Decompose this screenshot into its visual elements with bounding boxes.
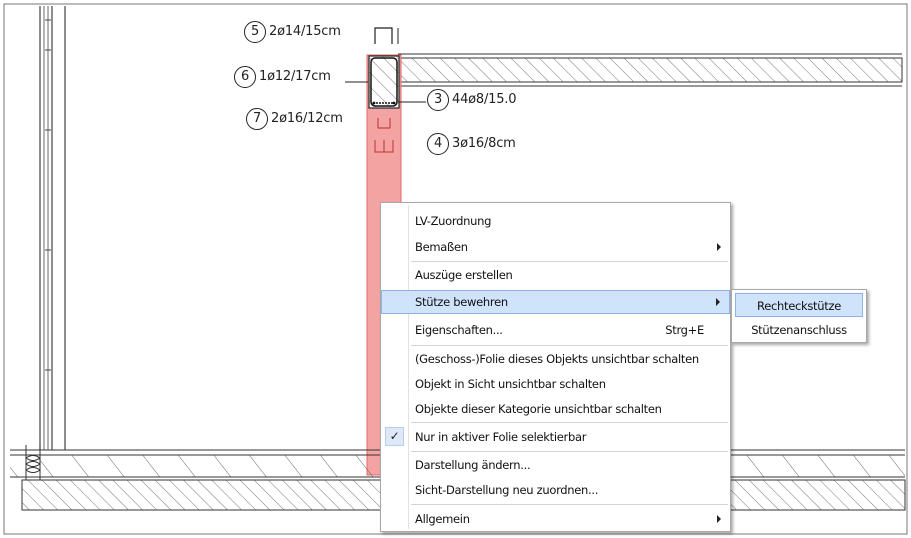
annotation-6: 6 1ø12/17cm [234, 66, 331, 88]
submenu-item-label: Rechteckstütze [757, 299, 841, 313]
menu-item-label: Bemaßen [415, 240, 468, 254]
checkmark-icon: ✓ [385, 427, 404, 446]
annotation-7: 7 2ø16/12cm [246, 108, 343, 130]
top-slab [397, 53, 903, 87]
menu-item-auszuege-erstellen[interactable]: Auszüge erstellen [381, 263, 730, 287]
submenu-item-stuetzenanschluss[interactable]: Stützenanschluss [735, 318, 863, 342]
stirrup-symbol [374, 27, 393, 44]
menu-item-shortcut: Strg+E [665, 323, 704, 337]
menu-item-allgemein[interactable]: Allgemein [381, 507, 730, 531]
circle-number: 3 [427, 89, 449, 111]
annotation-4: 4 3ø16/8cm [427, 133, 516, 155]
annotation-text: 2ø14/15cm [269, 24, 341, 39]
menu-item-eigenschaften[interactable]: Eigenschaften... Strg+E [381, 318, 730, 342]
annotation-text: 2ø16/12cm [271, 111, 343, 126]
submenu-arrow-icon [716, 298, 720, 306]
menu-item-kategorie-unsichtbar[interactable]: Objekte dieser Kategorie unsichtbar scha… [381, 397, 730, 421]
menu-item-lv-zuordnung[interactable]: LV-Zuordnung [381, 209, 730, 233]
menu-item-label: (Geschoss-)Folie dieses Objekts unsichtb… [415, 352, 699, 366]
circle-number: 6 [234, 66, 256, 88]
annotation-text: 3ø16/8cm [452, 136, 516, 151]
annotation-text: 44ø8/15.0 [452, 92, 517, 107]
menu-item-label: Objekte dieser Kategorie unsichtbar scha… [415, 402, 662, 416]
context-menu: LV-Zuordnung Bemaßen Auszüge erstellen S… [380, 202, 731, 532]
menu-item-sicht-darstellung[interactable]: Sicht-Darstellung neu zuordnen... [381, 478, 730, 502]
menu-item-label: Eigenschaften... [415, 323, 503, 337]
menu-item-label: LV-Zuordnung [415, 214, 492, 228]
submenu-arrow-icon [717, 243, 721, 251]
circle-number: 7 [246, 108, 268, 130]
submenu-item-rechteckstuetze[interactable]: Rechteckstütze [735, 293, 863, 317]
menu-item-label: Sicht-Darstellung neu zuordnen... [415, 483, 599, 497]
menu-separator [411, 504, 728, 505]
submenu-arrow-icon [717, 515, 721, 523]
submenu-item-label: Stützenanschluss [751, 323, 847, 337]
annotation-text: 1ø12/17cm [259, 69, 331, 84]
menu-item-stuetze-bewehren[interactable]: Stütze bewehren [381, 290, 730, 314]
annotation-5: 5 2ø14/15cm [244, 21, 341, 43]
menu-separator [411, 345, 728, 346]
menu-item-nur-aktive-folie[interactable]: ✓ Nur in aktiver Folie selektierbar [381, 425, 730, 449]
menu-item-label: Auszüge erstellen [415, 268, 513, 282]
menu-separator [411, 261, 728, 262]
menu-item-bemassen[interactable]: Bemaßen [381, 235, 730, 259]
menu-item-label: Objekt in Sicht unsichtbar schalten [415, 377, 606, 391]
left-wall [39, 6, 66, 450]
circle-number: 5 [244, 21, 266, 43]
menu-item-label: Nur in aktiver Folie selektierbar [415, 430, 587, 444]
menu-separator [411, 422, 728, 423]
menu-item-label: Stütze bewehren [415, 295, 508, 309]
menu-item-objekt-unsichtbar[interactable]: Objekt in Sicht unsichtbar schalten [381, 372, 730, 396]
menu-separator [411, 451, 728, 452]
menu-item-darstellung-aendern[interactable]: Darstellung ändern... [381, 453, 730, 477]
submenu-stuetze-bewehren: Rechteckstütze Stützenanschluss [731, 289, 867, 343]
menu-item-label: Darstellung ändern... [415, 458, 531, 472]
annotation-3: 3 44ø8/15.0 [427, 89, 516, 111]
menu-item-folie-unsichtbar[interactable]: (Geschoss-)Folie dieses Objekts unsichtb… [381, 347, 730, 371]
menu-item-label: Allgemein [415, 512, 470, 526]
circle-number: 4 [427, 133, 449, 155]
